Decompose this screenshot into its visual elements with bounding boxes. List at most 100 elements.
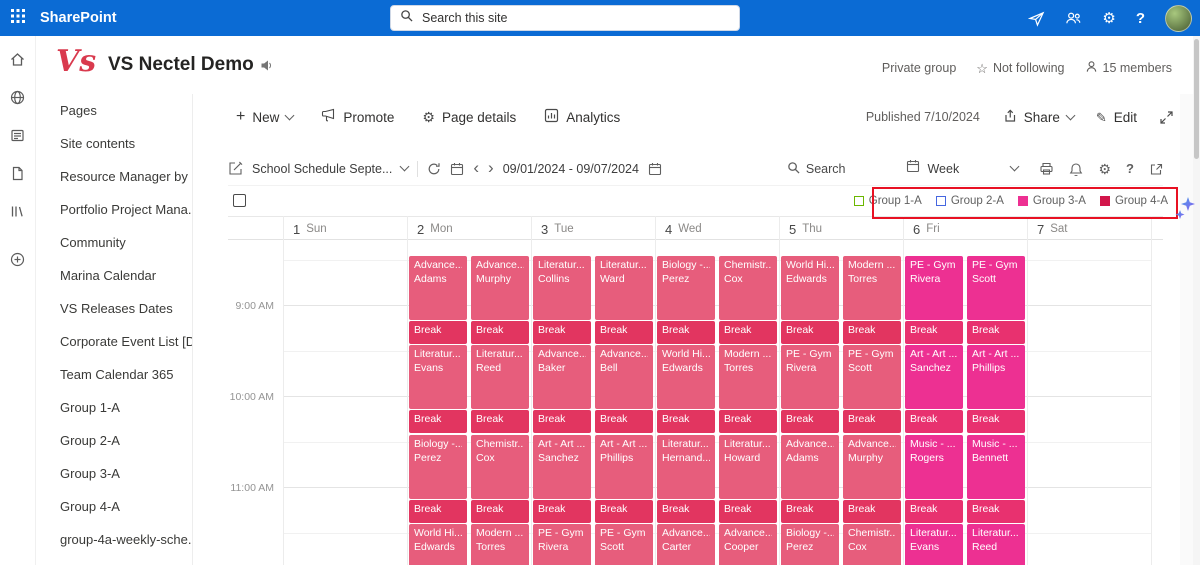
calendar-event[interactable]: PE - Gym Rivera — [533, 524, 591, 565]
break-event[interactable]: Break — [657, 500, 715, 523]
sidebar-item[interactable]: Team Calendar 365 — [36, 358, 192, 391]
page-details-button[interactable]: ⚙ Page details — [422, 110, 516, 125]
break-event[interactable]: Break — [843, 500, 901, 523]
gear-icon[interactable]: ⚙ — [1098, 162, 1111, 176]
break-event[interactable]: Break — [533, 410, 591, 433]
sidebar-item[interactable]: Resource Manager by ... — [36, 160, 192, 193]
today-icon[interactable] — [450, 162, 464, 176]
calendar-event[interactable]: World Hi... Edwards — [781, 256, 839, 320]
calendar-event[interactable]: Art - Art ... Phillips — [967, 345, 1025, 409]
search-input[interactable] — [420, 10, 704, 26]
break-event[interactable]: Break — [967, 410, 1025, 433]
break-event[interactable]: Break — [595, 410, 653, 433]
break-event[interactable]: Break — [967, 500, 1025, 523]
calendar-event[interactable]: Advance... Murphy — [843, 435, 901, 499]
library-icon[interactable] — [8, 202, 28, 220]
sidebar-item[interactable]: Corporate Event List [D... — [36, 325, 192, 358]
settings-gear-icon[interactable]: ⚙ — [1102, 11, 1115, 26]
document-icon[interactable] — [8, 164, 28, 182]
user-avatar[interactable] — [1165, 4, 1192, 32]
calendar-event[interactable]: Biology -... Perez — [657, 256, 715, 320]
chevron-down-icon[interactable] — [399, 161, 410, 172]
sidebar-item[interactable]: Marina Calendar — [36, 259, 192, 292]
break-event[interactable]: Break — [657, 321, 715, 344]
page-scrollbar[interactable] — [1193, 36, 1200, 565]
calendar-event[interactable]: PE - Gym Scott — [843, 345, 901, 409]
legend-item-group-4-a[interactable]: Group 4-A — [1099, 195, 1168, 207]
calendar-event[interactable]: Literatur... Hernand... — [657, 435, 715, 499]
break-event[interactable]: Break — [409, 500, 467, 523]
break-event[interactable]: Break — [471, 410, 529, 433]
sidebar-item[interactable]: Portfolio Project Mana... — [36, 193, 192, 226]
calendar-title[interactable]: School Schedule Septe... — [252, 162, 392, 176]
help-icon[interactable]: ? — [1136, 11, 1145, 26]
break-event[interactable]: Break — [719, 410, 777, 433]
calendar-event[interactable]: Advance... Bell — [595, 345, 653, 409]
sidebar-item[interactable]: VS Releases Dates — [36, 292, 192, 325]
share-button[interactable]: Share — [1002, 108, 1076, 126]
calendar-event[interactable]: Music - ... Rogers — [905, 435, 963, 499]
calendar-event[interactable]: Modern ... Torres — [471, 524, 529, 565]
edit-button[interactable]: ✎ Edit — [1096, 110, 1137, 125]
refresh-icon[interactable] — [427, 162, 441, 176]
follow-button[interactable]: ☆ Not following — [976, 61, 1064, 75]
scrollbar-thumb[interactable] — [1194, 39, 1199, 159]
calendar-event[interactable]: PE - Gym Rivera — [905, 256, 963, 320]
calendar-event[interactable]: Literatur... Reed — [967, 524, 1025, 565]
page-title[interactable]: VS Nectel Demo — [108, 54, 254, 76]
break-event[interactable]: Break — [595, 321, 653, 344]
sidebar-item[interactable]: Group 1-A — [36, 391, 192, 424]
break-event[interactable]: Break — [781, 410, 839, 433]
break-event[interactable]: Break — [905, 500, 963, 523]
calendar-event[interactable]: Art - Art ... Sanchez — [905, 345, 963, 409]
select-tool-icon[interactable] — [233, 194, 246, 207]
expand-icon[interactable] — [1159, 110, 1174, 125]
prev-button[interactable]: ‹ — [473, 159, 479, 176]
print-icon[interactable] — [1039, 161, 1054, 176]
calendar-event[interactable]: Advance... Adams — [409, 256, 467, 320]
globe-icon[interactable] — [8, 88, 28, 106]
open-expand-icon[interactable] — [1149, 162, 1163, 176]
home-icon[interactable] — [8, 50, 28, 68]
news-icon[interactable] — [8, 126, 28, 144]
members-button[interactable]: 15 members — [1085, 60, 1172, 76]
calendar-event[interactable]: World Hi... Edwards — [409, 524, 467, 565]
break-event[interactable]: Break — [471, 500, 529, 523]
break-event[interactable]: Break — [657, 410, 715, 433]
break-event[interactable]: Break — [781, 500, 839, 523]
break-event[interactable]: Break — [595, 500, 653, 523]
calendar-event[interactable]: Advance... Carter — [657, 524, 715, 565]
date-range-label[interactable]: 09/01/2024 - 09/07/2024 — [503, 162, 639, 176]
legend-item-group-1-a[interactable]: Group 1-A — [853, 195, 922, 207]
view-select[interactable]: Week — [906, 159, 1020, 178]
send-icon[interactable] — [1028, 10, 1045, 27]
break-event[interactable]: Break — [905, 321, 963, 344]
help-icon[interactable]: ? — [1126, 162, 1134, 175]
calendar-event[interactable]: Literatur... Howard — [719, 435, 777, 499]
calendar-event[interactable]: Chemistr... Cox — [843, 524, 901, 565]
legend-item-group-3-a[interactable]: Group 3-A — [1017, 195, 1086, 207]
bell-icon[interactable] — [1069, 162, 1083, 176]
calendar-event[interactable]: Biology -... Perez — [781, 524, 839, 565]
break-event[interactable]: Break — [471, 321, 529, 344]
calendar-event[interactable]: Modern ... Torres — [843, 256, 901, 320]
compose-icon[interactable] — [228, 161, 243, 176]
app-launcher-button[interactable] — [0, 0, 36, 36]
calendar-event[interactable]: Art - Art ... Sanchez — [533, 435, 591, 499]
sidebar-item[interactable]: Group 4-A — [36, 490, 192, 523]
next-button[interactable]: › — [488, 159, 494, 176]
calendar-event[interactable]: Advance... Baker — [533, 345, 591, 409]
break-event[interactable]: Break — [905, 410, 963, 433]
site-logo[interactable]: Vs — [56, 44, 96, 79]
break-event[interactable]: Break — [409, 410, 467, 433]
calendar-event[interactable]: Music - ... Bennett — [967, 435, 1025, 499]
calendar-event[interactable]: Modern ... Torres — [719, 345, 777, 409]
break-event[interactable]: Break — [843, 410, 901, 433]
calendar-event[interactable]: PE - Gym Scott — [967, 256, 1025, 320]
sidebar-item[interactable]: Site contents — [36, 127, 192, 160]
break-event[interactable]: Break — [967, 321, 1025, 344]
calendar-event[interactable]: Literatur... Collins — [533, 256, 591, 320]
break-event[interactable]: Break — [533, 321, 591, 344]
brand-link[interactable]: SharePoint — [40, 10, 117, 26]
sidebar-item[interactable]: Community — [36, 226, 192, 259]
